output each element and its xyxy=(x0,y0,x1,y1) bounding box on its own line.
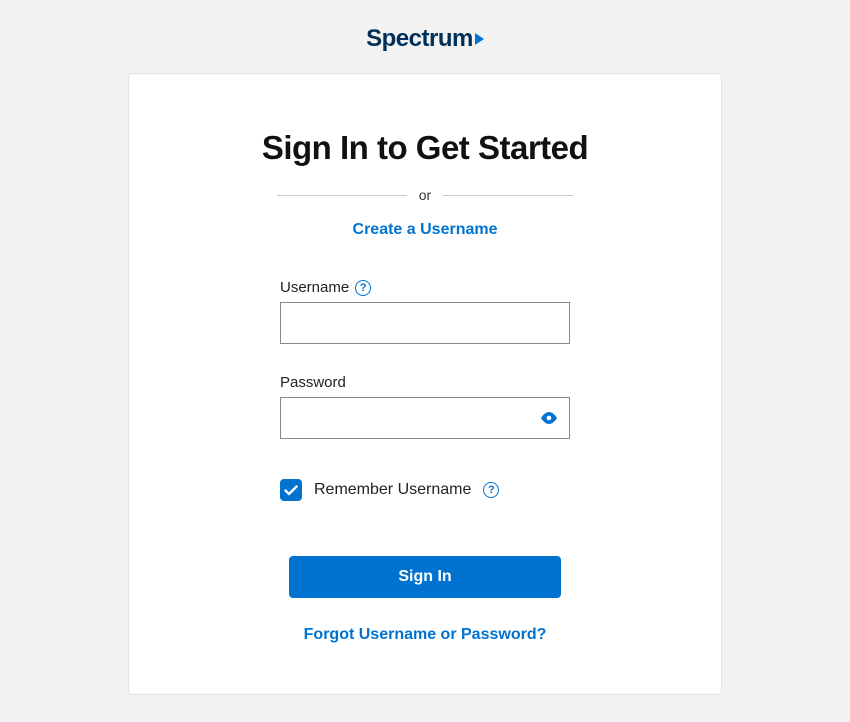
username-input[interactable] xyxy=(280,302,570,344)
username-field-block: Username ? xyxy=(280,279,570,344)
spectrum-logo: Spectrum xyxy=(366,25,484,53)
page-title: Sign In to Get Started xyxy=(199,129,651,167)
username-label: Username xyxy=(280,279,349,296)
signin-card: Sign In to Get Started or Create a Usern… xyxy=(128,73,722,695)
divider-line-left xyxy=(277,195,407,196)
password-label-row: Password xyxy=(280,374,570,391)
remember-help-icon[interactable]: ? xyxy=(483,482,499,498)
create-username-link[interactable]: Create a Username xyxy=(199,221,651,239)
divider-text: or xyxy=(419,187,431,203)
or-divider: or xyxy=(199,187,651,203)
brand-name: Spectrum xyxy=(366,25,473,53)
divider-line-right xyxy=(443,195,573,196)
password-field-block: Password xyxy=(280,374,570,439)
password-input[interactable] xyxy=(280,397,570,439)
remember-username-row: Remember Username ? xyxy=(280,479,570,501)
password-input-wrap xyxy=(280,397,570,439)
forgot-credentials-link[interactable]: Forgot Username or Password? xyxy=(199,626,651,644)
username-label-row: Username ? xyxy=(280,279,570,296)
password-label: Password xyxy=(280,374,346,391)
sign-in-button[interactable]: Sign In xyxy=(289,556,561,598)
remember-username-label: Remember Username xyxy=(314,481,471,499)
username-help-icon[interactable]: ? xyxy=(355,280,371,296)
toggle-password-visibility-icon[interactable] xyxy=(540,412,558,424)
remember-username-checkbox[interactable] xyxy=(280,479,302,501)
play-triangle-icon xyxy=(475,33,484,45)
